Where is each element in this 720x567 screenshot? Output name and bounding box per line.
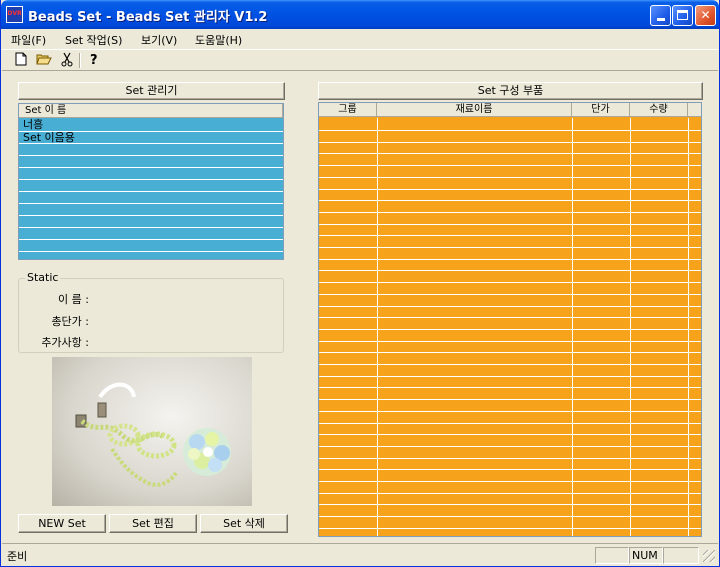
groupbox-title: Static (25, 271, 61, 284)
toolbar: ? (2, 49, 718, 71)
edit-set-button[interactable]: Set 편집 (109, 514, 197, 533)
column-header-filler (688, 103, 701, 117)
new-file-icon[interactable] (12, 52, 30, 69)
row-divider (19, 155, 283, 156)
maximize-icon (677, 10, 688, 20)
row-divider (19, 227, 283, 228)
total-price-label: 총단가 : (51, 315, 89, 328)
app-window: DVR Beads Set - Beads Set 관리자 V1.2 ✕ 파일(… (0, 0, 720, 567)
status-pane-num: NUM (629, 547, 663, 564)
status-text: 준비 (7, 550, 28, 563)
toolbar-separator (79, 53, 81, 68)
cut-icon[interactable] (58, 52, 76, 69)
extra-info-label: 추가사항 : (41, 336, 89, 349)
column-divider (572, 118, 573, 536)
set-name-column-header[interactable]: Set 이 름 (19, 104, 283, 118)
status-pane-cap (595, 547, 629, 564)
column-header-unit-price[interactable]: 단가 (572, 103, 630, 117)
new-set-button[interactable]: NEW Set (18, 514, 106, 533)
row-divider (19, 203, 283, 204)
app-icon: DVR (6, 6, 23, 23)
status-pane-scrl (663, 547, 699, 564)
column-divider (377, 118, 378, 536)
menu-set-work[interactable]: Set 작업(S) (65, 32, 122, 48)
menu-file[interactable]: 파일(F) (11, 32, 46, 48)
resize-grip[interactable] (703, 550, 715, 562)
row-divider (19, 215, 283, 216)
help-icon[interactable]: ? (86, 52, 104, 69)
minimize-icon (656, 18, 665, 21)
list-item[interactable]: Set 이음용 (23, 132, 75, 144)
column-header-quantity[interactable]: 수량 (630, 103, 688, 117)
column-header-group[interactable]: 그룹 (319, 103, 377, 117)
open-folder-icon[interactable] (35, 52, 53, 69)
row-divider (19, 191, 283, 192)
row-divider (19, 239, 283, 240)
menu-view[interactable]: 보기(V) (141, 32, 177, 48)
close-icon: ✕ (700, 8, 711, 22)
menu-help[interactable]: 도움말(H) (195, 32, 242, 48)
set-manager-button[interactable]: Set 관리기 (18, 82, 285, 100)
column-divider (630, 118, 631, 536)
close-button[interactable]: ✕ (695, 5, 716, 26)
window-title: Beads Set - Beads Set 관리자 V1.2 (28, 10, 268, 25)
title-bar[interactable]: DVR Beads Set - Beads Set 관리자 V1.2 ✕ (1, 0, 719, 29)
svg-text:?: ? (90, 53, 98, 67)
parts-grid[interactable]: 그룹 재료이름 단가 수량 (318, 102, 702, 537)
row-divider (19, 179, 283, 180)
name-label: 이 름 : (58, 293, 89, 306)
list-item[interactable]: 너흥 (23, 119, 43, 131)
beads-photo (52, 357, 252, 506)
row-divider (19, 251, 283, 252)
minimize-button[interactable] (650, 5, 671, 26)
menu-bar: 파일(F) Set 작업(S) 보기(V) 도움말(H) (2, 29, 718, 49)
column-header-material-name[interactable]: 재료이름 (377, 103, 572, 117)
delete-set-button[interactable]: Set 삭제 (200, 514, 288, 533)
row-divider (19, 167, 283, 168)
status-bar: 준비 NUM (2, 543, 718, 565)
maximize-button[interactable] (672, 5, 693, 26)
column-divider (688, 118, 689, 536)
set-list[interactable]: Set 이 름 너흥 Set 이음용 (18, 103, 284, 260)
set-parts-button[interactable]: Set 구성 부품 (318, 82, 703, 100)
